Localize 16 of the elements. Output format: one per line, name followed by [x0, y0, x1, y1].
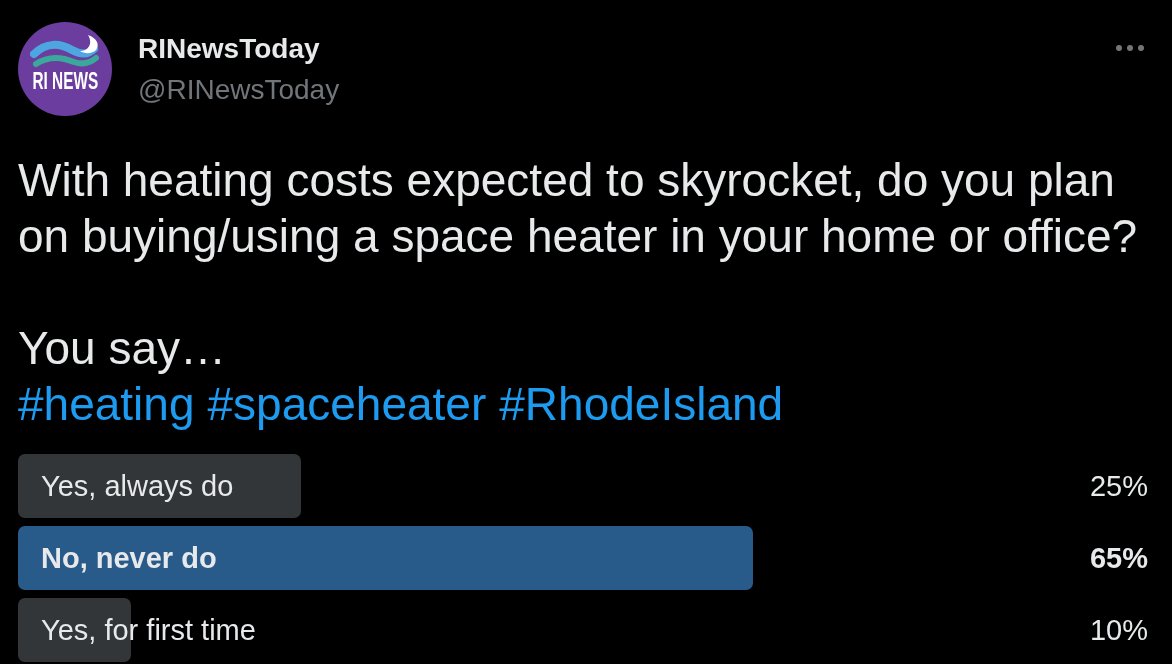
- hashtag-link[interactable]: #heating: [18, 376, 195, 432]
- hashtag-link[interactable]: #RhodeIsland: [499, 376, 784, 432]
- poll-percentage: 10%: [1089, 613, 1148, 647]
- logo-text: RI NEWS: [32, 69, 98, 93]
- poll-option-label: Yes, for first time: [41, 613, 256, 647]
- wave-icon: [30, 35, 100, 69]
- poll-option-label: Yes, always do: [41, 469, 234, 503]
- poll-percentage: 25%: [1089, 469, 1148, 503]
- tweet-text: With heating costs expected to skyrocket, do you plan on buying/using a space heater in your home or office?: [18, 153, 1139, 264]
- poll-percentage: 65%: [1089, 541, 1148, 575]
- poll-option-label: No, never do: [41, 541, 217, 575]
- more-options-icon[interactable]: [1116, 45, 1144, 51]
- tweet-text: You say…: [18, 321, 226, 376]
- hashtag-link[interactable]: #spaceheater: [207, 376, 487, 432]
- account-name: RINewsToday: [138, 32, 320, 66]
- account-handle: @RINewsToday: [138, 73, 340, 107]
